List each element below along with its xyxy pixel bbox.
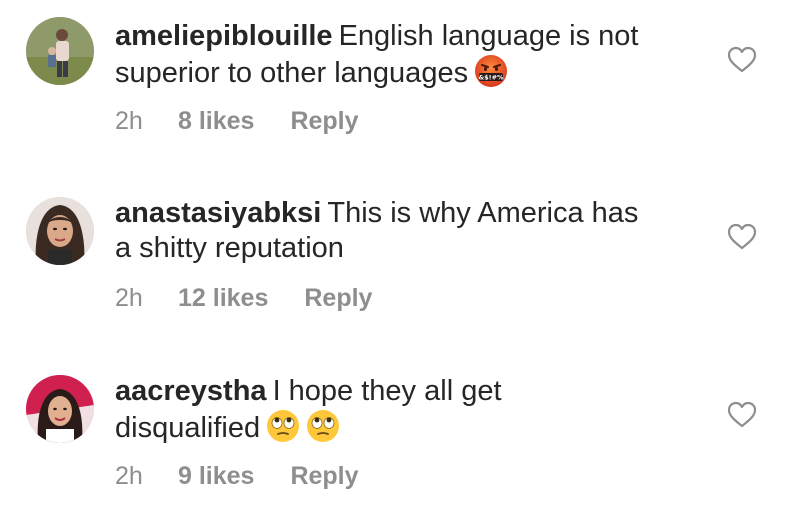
comment-time: 2h xyxy=(115,462,143,490)
face-with-rolling-eyes-icon xyxy=(306,409,340,443)
heart-icon[interactable] xyxy=(727,223,757,251)
face-with-symbols-on-mouth-icon: &$!#% xyxy=(474,54,508,88)
avatar[interactable] xyxy=(26,197,94,265)
comment-body-line1: I hope they all get xyxy=(272,375,502,407)
avatar-image xyxy=(26,17,94,85)
comment-username[interactable]: ameliepiblouille xyxy=(115,20,333,52)
comment-body-line2: superior to other languages xyxy=(115,57,469,89)
comment-time: 2h xyxy=(115,107,143,135)
comment-username[interactable]: anastasiyabksi xyxy=(115,197,321,229)
comment-meta: 2h 8 likes Reply xyxy=(115,107,359,136)
comment-body-line1: English language is not xyxy=(338,20,639,52)
emoji-glyph-text: &$!#% xyxy=(479,74,505,82)
avatar-image xyxy=(26,375,94,443)
comment-time: 2h xyxy=(115,284,143,312)
comment-likes[interactable]: 12 likes xyxy=(178,284,268,313)
avatar[interactable] xyxy=(26,375,94,443)
reply-button[interactable]: Reply xyxy=(290,462,358,491)
avatar-image xyxy=(26,197,94,265)
comment-text: ameliepiblouille English language is not … xyxy=(115,19,705,91)
comment-body-line1: This is why America has xyxy=(327,197,639,229)
comment-body-line2: a shitty reputation xyxy=(115,232,344,264)
comment-likes[interactable]: 8 likes xyxy=(178,107,254,136)
comment-likes[interactable]: 9 likes xyxy=(178,462,254,491)
heart-icon[interactable] xyxy=(727,46,757,74)
comment-meta: 2h 12 likes Reply xyxy=(115,284,372,313)
heart-icon[interactable] xyxy=(727,401,757,429)
comment-meta: 2h 9 likes Reply xyxy=(115,462,359,491)
comment-text: anastasiyabksi This is why America has a … xyxy=(115,196,705,266)
comment-item: aacreystha I hope they all get disqualifi… xyxy=(0,355,802,515)
comment-body-line2: disqualified xyxy=(115,412,261,444)
comment-username[interactable]: aacreystha xyxy=(115,375,267,407)
reply-button[interactable]: Reply xyxy=(290,107,358,136)
comment-item: anastasiyabksi This is why America has a … xyxy=(0,177,802,337)
reply-button[interactable]: Reply xyxy=(304,284,372,313)
comment-item: ameliepiblouille English language is not … xyxy=(0,0,802,160)
comment-text: aacreystha I hope they all get disqualifi… xyxy=(115,374,705,446)
avatar[interactable] xyxy=(26,17,94,85)
face-with-rolling-eyes-icon xyxy=(266,409,300,443)
